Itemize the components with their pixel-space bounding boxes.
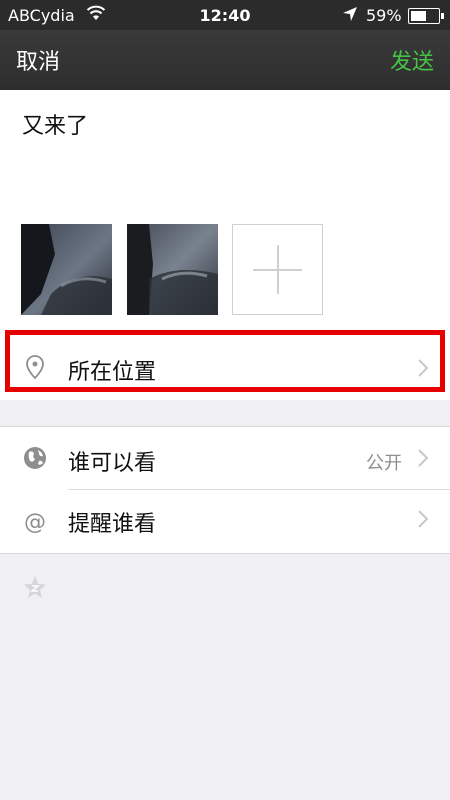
send-button[interactable]: 发送 [390, 44, 434, 76]
at-icon: @ [22, 508, 48, 535]
compose-area: 又来了 [0, 90, 450, 326]
star-icon[interactable] [22, 574, 48, 600]
chevron-right-icon [418, 359, 429, 377]
globe-icon [22, 445, 48, 471]
chevron-right-icon [418, 449, 429, 467]
location-row[interactable]: 所在位置 [0, 326, 450, 400]
settings-section: 谁可以看 公开 @ 提醒谁看 [0, 426, 450, 554]
cancel-button[interactable]: 取消 [16, 44, 60, 76]
svg-text:@: @ [24, 510, 46, 534]
remind-label: 提醒谁看 [68, 512, 157, 537]
photo-thumbnail[interactable] [127, 224, 218, 315]
visibility-value: 公开 [366, 453, 402, 474]
photo-thumbnail[interactable] [21, 224, 112, 315]
chevron-right-icon [418, 510, 429, 528]
post-text-input[interactable]: 又来了 [22, 108, 88, 140]
battery-percent: 59% [366, 6, 402, 25]
nav-bar: 取消 发送 [0, 30, 450, 90]
location-label: 所在位置 [68, 360, 157, 385]
location-pin-icon [22, 354, 48, 380]
remind-row[interactable]: @ 提醒谁看 [0, 490, 450, 552]
battery-fill [411, 11, 426, 21]
location-arrow-icon [342, 6, 358, 26]
status-bar: ABCydia 12:40 59% [0, 0, 450, 30]
battery-icon [408, 8, 444, 24]
visibility-label: 谁可以看 [68, 451, 157, 476]
add-photo-button[interactable] [232, 224, 323, 315]
visibility-row[interactable]: 谁可以看 公开 [0, 427, 450, 490]
